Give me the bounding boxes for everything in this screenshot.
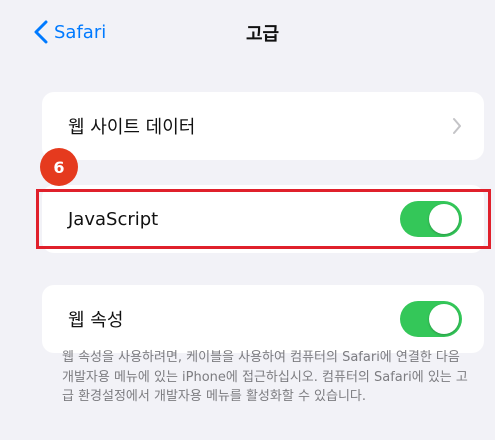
chevron-right-icon [452,117,462,135]
javascript-label: JavaScript [68,208,159,230]
website-data-label: 웹 사이트 데이터 [68,117,196,138]
javascript-group: JavaScript [42,185,484,253]
web-inspector-toggle[interactable] [400,301,462,337]
toggle-knob [429,304,459,334]
page-title: 고급 [245,24,280,45]
toggle-knob [429,204,459,234]
javascript-row: JavaScript [42,185,484,253]
web-inspector-footer-note: 웹 속성을 사용하려면, 케이블을 사용하여 컴퓨터의 Safari에 연결한 … [62,350,468,404]
navigation-bar: Safari 고급 [0,0,495,64]
website-data-row[interactable]: 웹 사이트 데이터 [42,92,484,160]
web-inspector-label: 웹 속성 [68,310,124,331]
javascript-toggle[interactable] [400,201,462,237]
web-inspector-row: 웹 속성 [42,285,484,353]
step-badge: 6 [40,148,78,186]
web-inspector-group: 웹 속성 [42,285,484,353]
website-data-group: 웹 사이트 데이터 [42,92,484,160]
